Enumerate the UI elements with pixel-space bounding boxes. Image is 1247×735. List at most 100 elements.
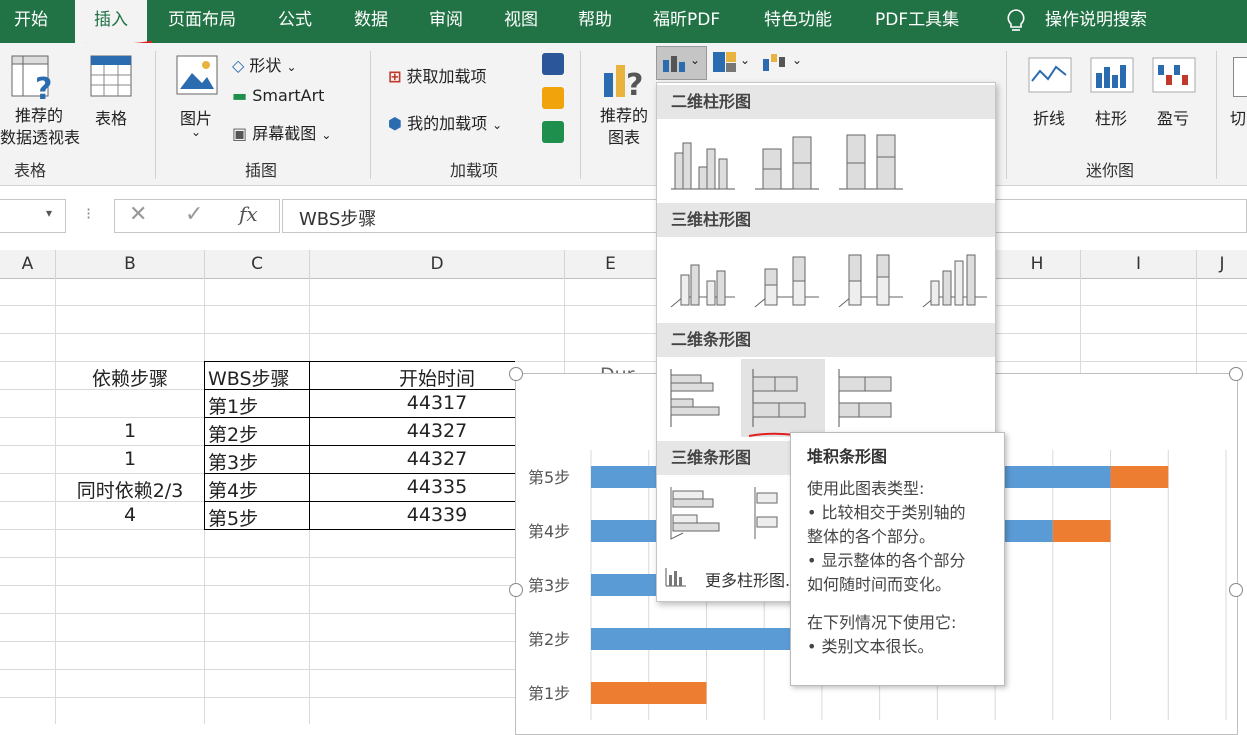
chart-bar-series2[interactable] bbox=[1052, 520, 1111, 542]
screenshot-button[interactable]: ▣ 屏幕截图 ⌄ bbox=[232, 120, 331, 144]
tab-home[interactable]: 开始 bbox=[14, 0, 48, 43]
chart-bar-series2[interactable] bbox=[1110, 466, 1169, 488]
gridline bbox=[0, 641, 515, 642]
insert-hierarchy-chart-button[interactable]: ⌄ bbox=[712, 51, 752, 77]
cancel-icon[interactable]: ✕ bbox=[129, 202, 147, 227]
cell-dependency[interactable]: 1 bbox=[56, 420, 204, 442]
smartart-button[interactable]: ▬ SmartArt bbox=[232, 86, 324, 105]
cell-wbs-step[interactable]: 第2步 bbox=[208, 420, 258, 447]
tab-insert[interactable]: 插入 bbox=[75, 0, 147, 43]
group-label-illustrations: 插图 bbox=[244, 161, 277, 180]
recommended-charts-button[interactable]: 推荐的 图表 bbox=[591, 105, 657, 149]
chart-resize-handle[interactable] bbox=[509, 583, 523, 597]
3d-stacked-column-option[interactable] bbox=[747, 241, 827, 317]
cell-dependency[interactable]: 1 bbox=[56, 448, 204, 470]
column-header-j[interactable]: J bbox=[1197, 250, 1247, 279]
enter-check-icon[interactable]: ✓ bbox=[185, 202, 203, 227]
chart-bar-series1[interactable] bbox=[591, 628, 822, 650]
clustered-column-option[interactable] bbox=[663, 123, 743, 199]
chevron-down-icon: ⌄ bbox=[190, 125, 202, 139]
chart-resize-handle[interactable] bbox=[1229, 583, 1243, 597]
3d-100-percent-stacked-column-option[interactable] bbox=[831, 241, 911, 317]
column-header-c[interactable]: C bbox=[205, 250, 310, 279]
name-box[interactable]: ▾ bbox=[0, 199, 66, 233]
tab-review[interactable]: 审阅 bbox=[429, 0, 463, 43]
tab-foxit-pdf[interactable]: 福昕PDF bbox=[653, 0, 720, 43]
my-addins-button[interactable]: ⬢ 我的加载项 ⌄ bbox=[388, 110, 502, 134]
tooltip-body: 使用此图表类型: • 比较相交于类别轴的 整体的各个部分。 • 显示整体的各个部… bbox=[807, 477, 1002, 659]
tooltip-line: 使用此图表类型: bbox=[807, 479, 925, 498]
3d-column-option[interactable] bbox=[915, 241, 995, 317]
cell-dependency-header[interactable]: 依赖步骤 bbox=[56, 364, 204, 391]
people-graph-icon[interactable] bbox=[542, 121, 564, 143]
chart-resize-handle[interactable] bbox=[1229, 367, 1243, 381]
smartart-icon: ▬ bbox=[232, 86, 248, 105]
cell-wbs-step[interactable]: 第4步 bbox=[208, 476, 258, 503]
gallery-section-3d-bar: 三维条形图 bbox=[657, 441, 791, 475]
chart-bar-series2[interactable] bbox=[591, 682, 707, 704]
visio-icon[interactable] bbox=[542, 53, 564, 75]
group-separator bbox=[370, 51, 371, 179]
group-separator bbox=[1216, 51, 1217, 179]
tab-help[interactable]: 帮助 bbox=[578, 0, 612, 43]
shapes-button[interactable]: ◇ 形状 ⌄ bbox=[232, 52, 297, 76]
100-percent-stacked-bar-option[interactable] bbox=[831, 359, 911, 435]
tab-page-layout[interactable]: 页面布局 bbox=[168, 0, 236, 43]
tooltip-line: • 显示整体的各个部分 bbox=[807, 551, 966, 570]
cell-wbs-step[interactable]: 第3步 bbox=[208, 448, 258, 475]
sparkline-column-button[interactable]: 柱形 bbox=[1086, 105, 1136, 129]
camera-icon: ▣ bbox=[232, 124, 248, 143]
chart-resize-handle[interactable] bbox=[509, 367, 523, 381]
tab-data[interactable]: 数据 bbox=[354, 0, 388, 43]
addins-store-icon: ⊞ bbox=[388, 67, 402, 86]
ribbon: ? 推荐的 数据透视表 表格 表格 图片 ⌄ ◇ 形状 ⌄ ▬ SmartArt … bbox=[0, 43, 1247, 186]
slicer-button[interactable]: 切 bbox=[1230, 105, 1246, 129]
sparkline-column-icon bbox=[1090, 57, 1134, 93]
group-label-tables: 表格 bbox=[13, 161, 46, 180]
tab-pdf-tools[interactable]: PDF工具集 bbox=[875, 0, 959, 43]
sparkline-winloss-button[interactable]: 盈亏 bbox=[1148, 105, 1198, 129]
3d-clustered-column-option[interactable] bbox=[663, 241, 743, 317]
3d-clustered-bar-option[interactable] bbox=[663, 477, 743, 553]
cell-dependency[interactable]: 同时依赖2/3 bbox=[56, 476, 204, 503]
stacked-bar-option[interactable] bbox=[741, 359, 825, 437]
cell-dependency[interactable]: 4 bbox=[56, 504, 204, 526]
tab-view[interactable]: 视图 bbox=[504, 0, 538, 43]
column-header-a[interactable]: A bbox=[0, 250, 56, 279]
clustered-bar-option[interactable] bbox=[663, 359, 743, 435]
more-column-charts-link[interactable]: 更多柱形图... bbox=[657, 555, 800, 599]
column-header-e[interactable]: E bbox=[565, 250, 657, 279]
column-header-d[interactable]: D bbox=[310, 250, 565, 279]
cell-wbs-header[interactable]: WBS步骤 bbox=[208, 364, 290, 391]
gridline bbox=[0, 361, 1247, 362]
insert-waterfall-chart-button[interactable]: ⌄ bbox=[762, 51, 804, 77]
ribbon-tab-bar: 开始 插入 页面布局 公式 数据 审阅 视图 帮助 福昕PDF 特色功能 PDF… bbox=[0, 0, 1247, 43]
100-percent-stacked-column-option[interactable] bbox=[831, 123, 911, 199]
column-header-b[interactable]: B bbox=[56, 250, 205, 279]
tooltip-line: 如何随时间而变化。 bbox=[807, 575, 952, 594]
gallery-section-2d-bar: 二维条形图 bbox=[657, 323, 995, 357]
cell-wbs-step[interactable]: 第5步 bbox=[208, 504, 258, 531]
tooltip-line: • 类别文本很长。 bbox=[807, 637, 934, 656]
chart-category-label: 第4步 bbox=[528, 522, 570, 541]
tab-formulas[interactable]: 公式 bbox=[278, 0, 312, 43]
table-button[interactable]: 表格 bbox=[84, 105, 138, 129]
sparkline-line-button[interactable]: 折线 bbox=[1024, 105, 1074, 129]
tooltip-spacer bbox=[807, 597, 1002, 611]
cell-wbs-step[interactable]: 第1步 bbox=[208, 392, 258, 419]
tooltip-line: • 比较相交于类别轴的 bbox=[807, 503, 966, 522]
pivot-table-button[interactable]: 推荐的 数据透视表 bbox=[0, 105, 80, 149]
stacked-column-option[interactable] bbox=[747, 123, 827, 199]
chart-category-label: 第1步 bbox=[528, 684, 570, 703]
stacked-bar-icon bbox=[752, 369, 806, 427]
tooltip-line: 在下列情况下使用它: bbox=[807, 613, 957, 632]
column-header-i[interactable]: I bbox=[1081, 250, 1197, 279]
more-column-charts-label: 更多柱形图... bbox=[705, 571, 801, 590]
bing-icon[interactable] bbox=[542, 87, 564, 109]
get-addins-button[interactable]: ⊞ 获取加载项 bbox=[388, 63, 487, 87]
insert-function-icon[interactable]: fx bbox=[239, 202, 258, 226]
column-header-h[interactable]: H bbox=[994, 250, 1081, 279]
tell-me-search[interactable]: 操作说明搜索 bbox=[1045, 0, 1147, 43]
tab-special-features[interactable]: 特色功能 bbox=[764, 0, 832, 43]
insert-column-bar-chart-button[interactable]: ⌄ bbox=[656, 46, 707, 80]
